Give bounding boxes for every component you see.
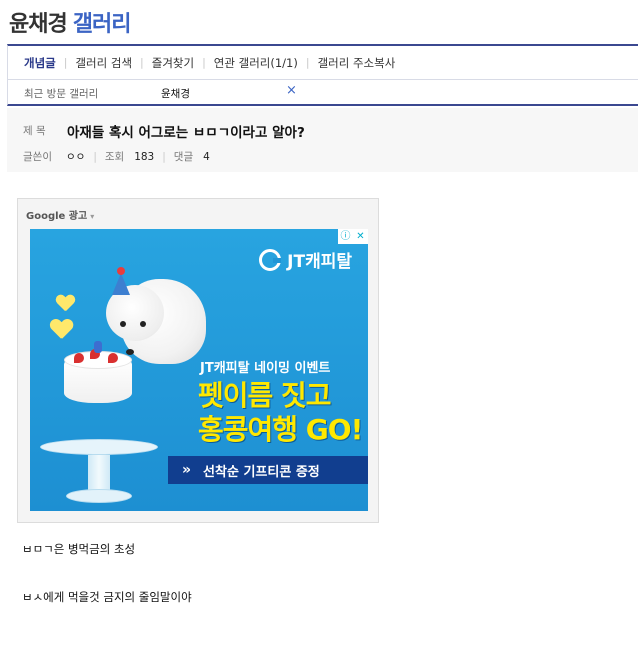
post-title: 아재들 혹시 어그로는 ㅂㅁㄱ이라고 알아? <box>67 125 305 141</box>
post-header: 제 목 아재들 혹시 어그로는 ㅂㅁㄱ이라고 알아? 글쓴이 ㅇㅇ | 조회 1… <box>7 108 638 172</box>
ad-headline-line-1: 펫이름 짓고 <box>198 379 332 412</box>
gallery-suffix[interactable]: 갤러리 <box>73 12 132 37</box>
brand-logo-icon <box>259 248 282 271</box>
menu-item-gallery-search[interactable]: 갤러리 검색 <box>75 55 132 71</box>
menu-item-concept-posts[interactable]: 개념글 <box>24 55 56 71</box>
chevron-down-icon[interactable]: ▾ <box>90 212 94 221</box>
cake-stand-illustration <box>40 397 158 507</box>
recent-gallery-link[interactable]: 윤채경 <box>161 86 190 101</box>
candle-icon <box>94 341 102 353</box>
comments-label: 댓글 <box>173 151 194 163</box>
recent-galleries-label: 최근 방문 갤러리 <box>24 88 99 100</box>
party-hat-icon <box>112 267 130 295</box>
ad-label: Google 광고 ▾ <box>26 207 94 222</box>
ad-brand-name: JT캐피탈 <box>287 252 352 272</box>
dog-eye <box>120 321 126 327</box>
menu-divider: | <box>140 56 144 69</box>
heart-icon <box>50 319 72 338</box>
ad-controls: ⓘ ✕ <box>338 229 368 244</box>
google-ad-box: Google 광고 ▾ ⓘ ✕ JT캐피탈 JT캐피탈 네이밍 이벤트 펫이름 … <box>17 198 379 523</box>
ad-event-text: JT캐피탈 네이밍 이벤트 <box>200 361 331 376</box>
gallery-name[interactable]: 윤채경 <box>9 12 68 37</box>
post-body-line-2: ㅂㅅ에게 먹을것 금지의 줄임말이야 <box>22 590 192 604</box>
ad-headline: 펫이름 짓고 홍콩여행 GO! <box>198 379 363 447</box>
post-body-line-1: ㅂㅁㄱ은 병먹금의 초성 <box>22 542 136 556</box>
ad-label-text: Google 광고 <box>26 211 88 222</box>
strawberry-icon <box>74 353 84 363</box>
stand-plate <box>40 439 158 455</box>
menu-item-favorites[interactable]: 즐겨찾기 <box>152 55 194 71</box>
comment-count[interactable]: 4 <box>203 151 210 163</box>
menu-divider: | <box>202 56 206 69</box>
ad-cta-button[interactable]: » 선착순 기프티콘 증정 <box>168 456 368 484</box>
meta-divider: | <box>162 150 166 163</box>
cake-illustration <box>64 341 132 405</box>
views-label: 조회 <box>104 151 125 163</box>
subject-label: 제 목 <box>23 125 46 137</box>
menu-item-related-galleries[interactable]: 연관 갤러리(1/1) <box>214 55 298 71</box>
menu-item-copy-address[interactable]: 갤러리 주소복사 <box>318 55 396 71</box>
ad-headline-line-2: 홍콩여행 GO! <box>198 413 363 446</box>
meta-divider: | <box>93 150 97 163</box>
ad-banner[interactable]: ⓘ ✕ JT캐피탈 JT캐피탈 네이밍 이벤트 펫이름 짓고 홍콩여행 GO! … <box>30 229 368 511</box>
heart-icon <box>56 295 74 311</box>
recent-galleries-bar: 최근 방문 갤러리 윤채경 × <box>7 80 638 106</box>
double-chevron-right-icon: » <box>182 462 192 478</box>
menu-divider: | <box>63 56 68 69</box>
menu-divider: | <box>305 56 310 69</box>
ad-brand: JT캐피탈 <box>259 247 352 272</box>
strawberry-icon <box>108 353 118 363</box>
gallery-title[interactable]: 윤채경 갤러리 <box>9 6 132 38</box>
close-icon[interactable]: ✕ <box>353 229 368 244</box>
gallery-menu-bar: 개념글 | 갤러리 검색 | 즐겨찾기 | 연관 갤러리(1/1) | 갤러리 … <box>7 44 638 80</box>
info-icon[interactable]: ⓘ <box>338 229 353 244</box>
dog-eye <box>140 321 146 327</box>
author-label: 글쓴이 <box>23 151 52 163</box>
close-icon[interactable]: × <box>286 83 297 98</box>
gallery-menu: 개념글 | 갤러리 검색 | 즐겨찾기 | 연관 갤러리(1/1) | 갤러리 … <box>8 46 638 79</box>
post-meta: 글쓴이 ㅇㅇ | 조회 183 | 댓글 4 <box>23 149 210 164</box>
view-count: 183 <box>134 150 155 163</box>
stand-base <box>66 489 132 503</box>
ad-cta-label: 선착순 기프티콘 증정 <box>203 464 320 480</box>
post-author[interactable]: ㅇㅇ <box>66 149 85 164</box>
